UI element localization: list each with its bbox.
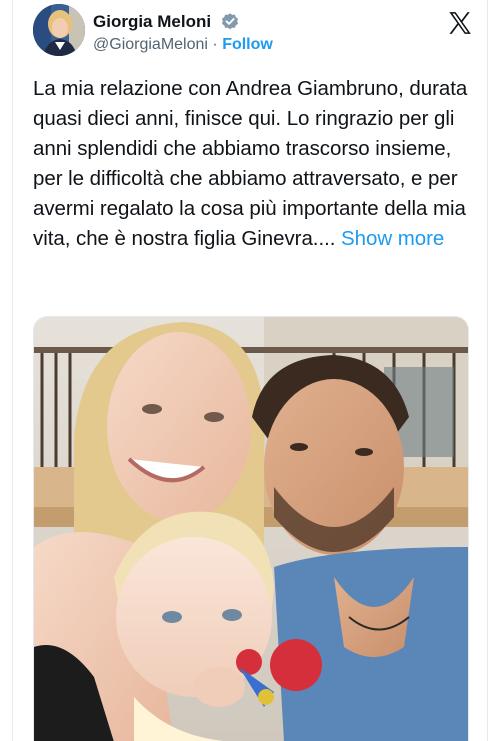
author-avatar[interactable] (33, 4, 85, 56)
tweet-body: La mia relazione con Andrea Giambruno, d… (33, 77, 468, 250)
tweet-text: La mia relazione con Andrea Giambruno, d… (33, 74, 475, 254)
tweet-header: Giorgia Meloni @GiorgiaMeloni · Follow (33, 4, 473, 60)
separator-dot: · (212, 36, 218, 53)
handle-row: @GiorgiaMeloni · Follow (93, 36, 273, 54)
author-handle[interactable]: @GiorgiaMeloni (93, 36, 208, 53)
verified-badge-icon (220, 12, 240, 32)
tweet-photo[interactable] (33, 316, 469, 741)
tweet-card: Giorgia Meloni @GiorgiaMeloni · Follow L (12, 0, 488, 741)
show-more-link[interactable]: Show more (341, 227, 444, 250)
x-logo-icon[interactable] (447, 10, 473, 36)
author-names: Giorgia Meloni @GiorgiaMeloni · Follow (93, 12, 273, 54)
follow-button[interactable]: Follow (222, 36, 273, 53)
author-display-name[interactable]: Giorgia Meloni (93, 12, 211, 32)
